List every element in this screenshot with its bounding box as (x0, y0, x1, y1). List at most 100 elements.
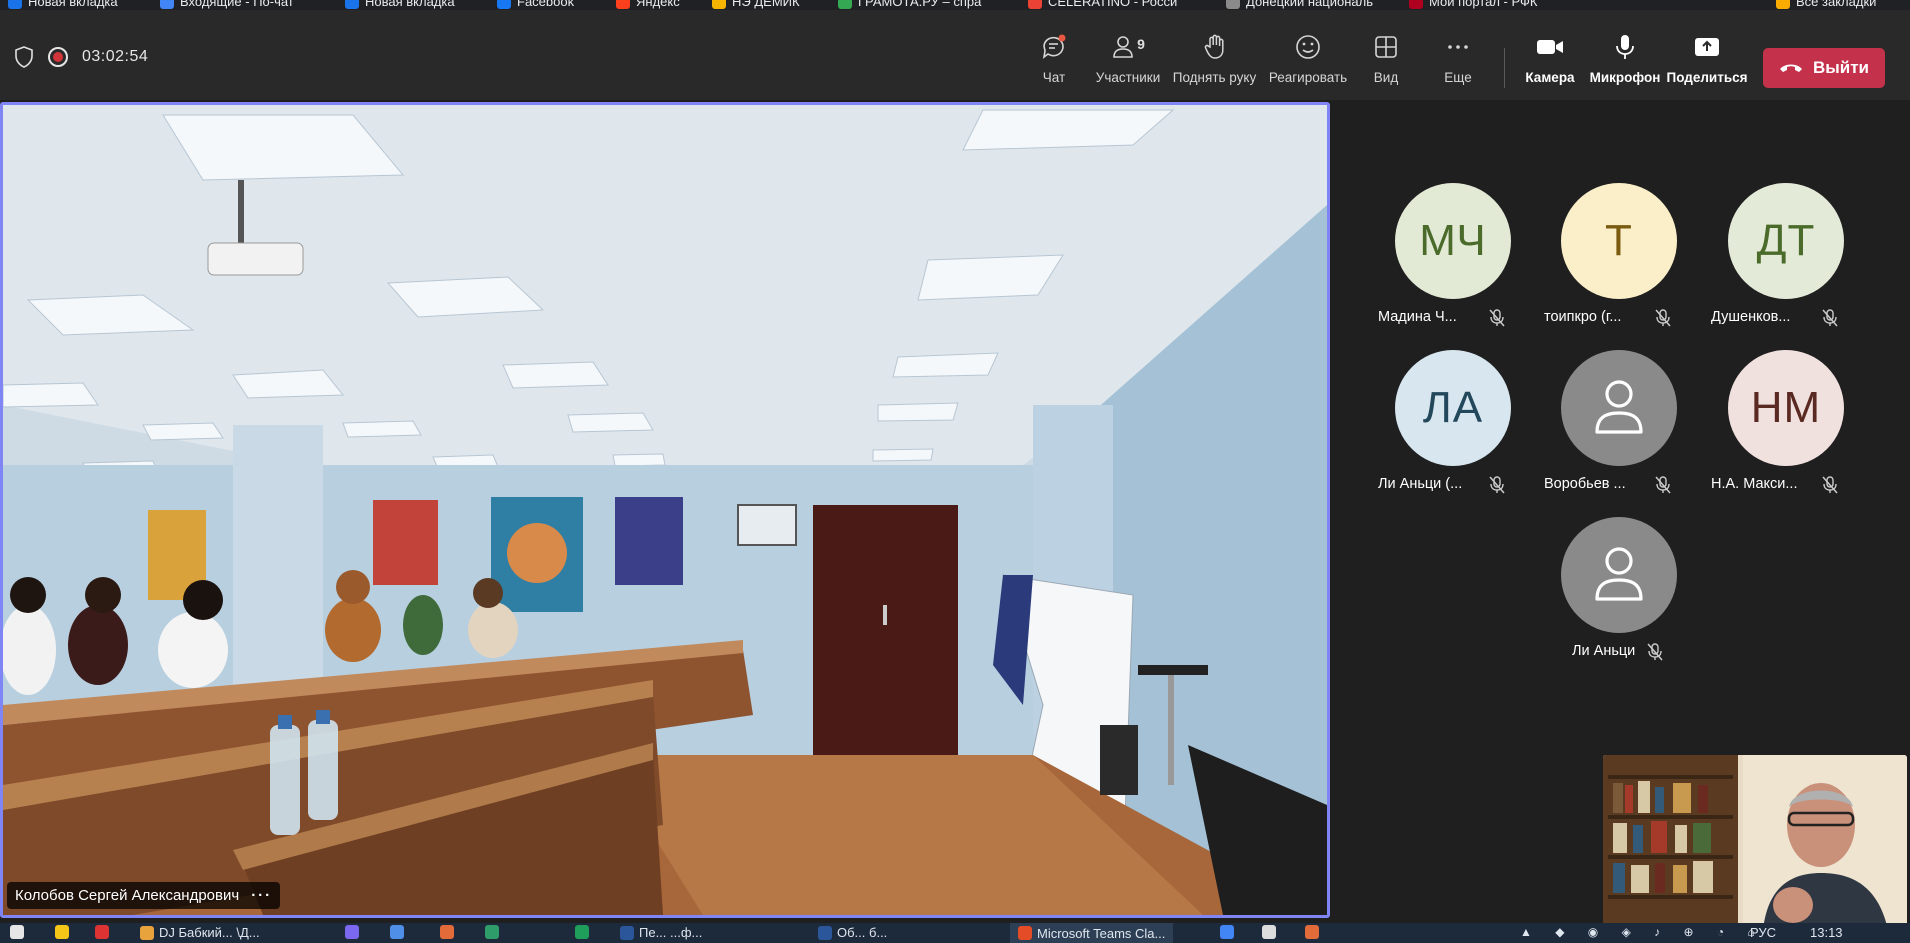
taskbar-app[interactable] (55, 925, 69, 939)
participant-tile[interactable]: Ли Аньци (1544, 517, 1694, 677)
chat-button[interactable]: Чат (1034, 32, 1074, 94)
leave-label: Выйти (1812, 58, 1870, 77)
meeting-toolbar: 03:02:54 Чат 9 Участники Поднять руку Ре… (0, 10, 1910, 100)
bookmark-item[interactable]: Донецкий националь (1226, 0, 1373, 9)
chat-icon (1040, 32, 1068, 62)
start-button[interactable] (10, 925, 24, 939)
participants-label: Участники (1095, 70, 1161, 85)
mic-off-icon (1489, 309, 1505, 327)
smiley-icon (1294, 32, 1322, 62)
bookmark-label: ГРАМОТА.РУ – спра (858, 0, 982, 9)
bookmark-item[interactable]: НЭ ДЕМИК (712, 0, 800, 9)
meeting-timer: 03:02:54 (82, 48, 149, 65)
bookmark-item[interactable]: Facebook (497, 0, 574, 9)
mic-off-icon (1647, 643, 1663, 661)
bookmark-label: Новая вкладка (365, 0, 455, 9)
bookmark-label: CELERATINO - Росси (1048, 0, 1178, 9)
site-icon (1028, 0, 1042, 9)
taskbar-app[interactable]: DJ Бабкий... \Д... (140, 925, 260, 940)
mic-icon (1611, 32, 1639, 62)
clock[interactable]: 13:13 (1810, 925, 1843, 940)
taskbar-app[interactable] (440, 925, 454, 939)
bookmark-label: НЭ ДЕМИК (732, 0, 800, 9)
bookmark-label: Facebook (517, 0, 575, 9)
view-button[interactable]: Вид (1366, 32, 1406, 94)
raise-hand-button[interactable]: Поднять руку (1172, 32, 1257, 94)
participant-tile[interactable]: ДТ Душенков... (1711, 183, 1861, 343)
speaker-name: Колобов Сергей Александрович (15, 887, 240, 904)
taskbar-app-label: Пе... ...ф... (639, 925, 703, 940)
bookmark-label: Мой портал - РФК (1429, 0, 1538, 9)
meeting-status: 03:02:54 (14, 46, 148, 68)
language-indicator[interactable]: РУС (1750, 925, 1776, 940)
mail-icon (160, 0, 174, 9)
language-label: РУС (1750, 925, 1777, 940)
mic-button[interactable]: Микрофон (1590, 32, 1660, 94)
gramota-icon (838, 0, 852, 9)
participant-tile[interactable]: МЧ Мадина Ч... (1378, 183, 1528, 343)
avatar (1561, 350, 1677, 466)
mic-off-icon (1655, 309, 1671, 327)
bookmark-item[interactable]: Новая вкладка (8, 0, 118, 9)
tray-icons[interactable]: ▲ ◆ ◉ ◈ ♪ ⊕ ◔ ⌂ (1520, 925, 1765, 939)
leave-button[interactable]: Выйти (1763, 48, 1885, 88)
taskbar-app[interactable]: Об... б... (818, 925, 887, 940)
participant-tile[interactable]: Т тоипкро (г... (1544, 183, 1694, 343)
taskbar-app[interactable] (95, 925, 109, 939)
participants-button[interactable]: 9 Участники (1093, 32, 1163, 94)
windows-taskbar: DJ Бабкий... \Д... Пе... ...ф... Об... б… (0, 923, 1910, 943)
participant-more-options[interactable]: ··· (251, 887, 272, 904)
app-icon (1262, 925, 1276, 939)
bookmark-item[interactable]: Входящие - По-чат (160, 0, 294, 9)
bookmark-item[interactable]: Новая вкладка (345, 0, 455, 9)
taskbar-app-active[interactable]: Microsoft Teams Cla... (1010, 923, 1174, 943)
main-video-feed[interactable]: Колобов Сергей Александрович ··· (0, 102, 1330, 918)
bookmark-item[interactable]: Мой портал - РФК (1409, 0, 1537, 9)
participant-tile[interactable]: ЛА Ли Аньци (... (1378, 350, 1528, 510)
all-bookmarks[interactable]: Все закладки (1776, 0, 1876, 9)
bookmark-item[interactable]: CELERATINO - Росси (1028, 0, 1177, 9)
self-view-video[interactable] (1603, 755, 1907, 930)
taskbar-app[interactable] (345, 925, 359, 939)
app-icon (485, 925, 499, 939)
clock-label: 13:13 (1810, 925, 1843, 940)
toolbar-divider (1504, 48, 1505, 88)
camera-button[interactable]: Камера (1522, 32, 1578, 94)
taskbar-app[interactable] (390, 925, 404, 939)
layout-icon (1372, 32, 1400, 62)
folder-icon (1776, 0, 1790, 9)
participants-count: 9 (1137, 36, 1145, 52)
windows-icon (10, 925, 24, 939)
shield-icon[interactable] (14, 46, 34, 68)
bookmark-item[interactable]: Яндекс (616, 0, 680, 9)
more-label: Еще (1444, 70, 1472, 85)
bookmark-label: Входящие - По-чат (180, 0, 294, 9)
participant-tile[interactable]: Воробьев ... (1544, 350, 1694, 510)
taskbar-app[interactable]: Пе... ...ф... (620, 925, 702, 940)
excel-icon (575, 925, 589, 939)
bookmark-item[interactable]: ГРАМОТА.РУ – спра (838, 0, 981, 9)
word-icon (818, 925, 832, 940)
page-icon (8, 0, 22, 9)
bookmark-label: Все закладки (1796, 0, 1877, 9)
react-button[interactable]: Реагировать (1268, 32, 1348, 94)
taskbar-app[interactable] (1220, 925, 1234, 939)
taskbar-app[interactable] (1305, 925, 1319, 939)
taskbar-app[interactable] (575, 925, 589, 939)
participant-tile[interactable]: НМ Н.А. Макси... (1711, 350, 1861, 510)
taskbar-app[interactable] (1262, 925, 1276, 939)
share-button[interactable]: Поделиться (1666, 32, 1748, 94)
raise-hand-label: Поднять руку (1172, 70, 1257, 85)
yandex-icon (55, 925, 69, 939)
mic-off-icon (1489, 476, 1505, 494)
conference-room-video (3, 105, 1327, 915)
recording-icon (48, 47, 68, 67)
folder-icon (140, 925, 154, 940)
bookmark-label: Донецкий националь (1246, 0, 1373, 9)
more-button[interactable]: Еще (1438, 32, 1478, 94)
chat-label: Чат (1042, 70, 1066, 85)
taskbar-app-label: Об... б... (837, 925, 888, 940)
taskbar-app[interactable] (485, 925, 499, 939)
page-icon (345, 0, 359, 9)
mic-off-icon (1822, 309, 1838, 327)
